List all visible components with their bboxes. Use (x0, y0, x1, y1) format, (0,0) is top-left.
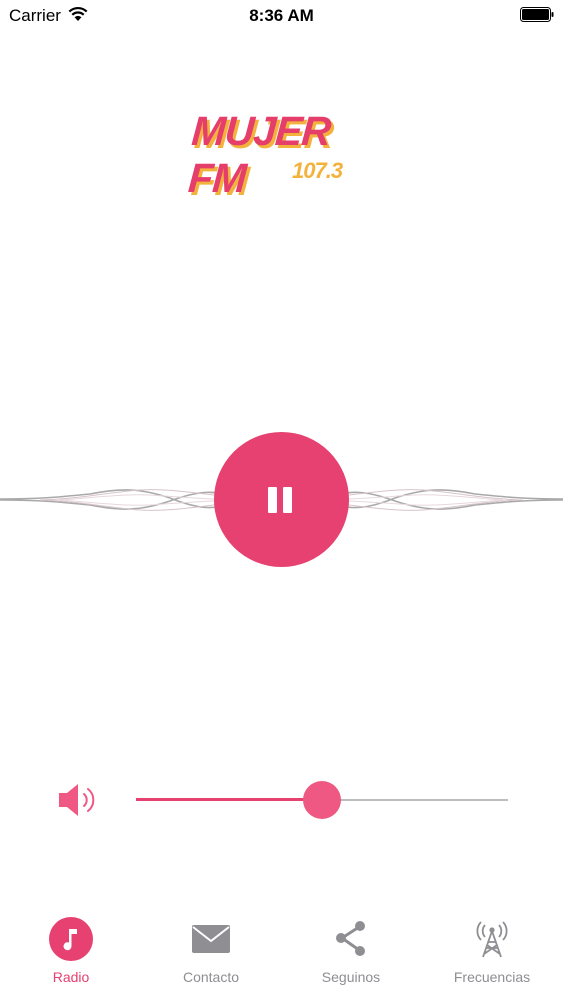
speaker-icon[interactable] (56, 780, 100, 820)
volume-slider[interactable] (136, 780, 508, 820)
status-bar: Carrier 8:36 AM (0, 0, 563, 30)
envelope-icon (192, 925, 230, 953)
logo-frequency: 107.3 (292, 158, 343, 183)
tab-radio[interactable]: Radio (1, 905, 141, 1000)
share-icon (336, 921, 365, 956)
pause-button[interactable] (214, 432, 349, 567)
pause-icon (268, 487, 294, 513)
battery-full-icon (520, 7, 554, 22)
music-note-icon (49, 917, 93, 961)
tab-contacto[interactable]: Contacto (141, 905, 281, 1000)
tab-seguinos[interactable]: Seguinos (281, 905, 421, 1000)
tab-label: Frecuencias (453, 969, 531, 985)
antenna-icon (476, 921, 508, 958)
clock: 8:36 AM (249, 6, 314, 25)
volume-thumb[interactable] (303, 781, 341, 819)
tab-frecuencias[interactable]: Frecuencias (422, 905, 562, 1000)
logo-name: MUJER FM (186, 108, 332, 201)
tab-label: Radio (52, 969, 90, 985)
tab-label: Contacto (182, 969, 240, 985)
station-logo: MUJER FM 107.3 (180, 108, 390, 201)
tab-label: Seguinos (321, 969, 381, 985)
tab-bar: Radio Contacto Seguinos Frecuencias (0, 905, 563, 1000)
volume-fill (136, 798, 322, 801)
